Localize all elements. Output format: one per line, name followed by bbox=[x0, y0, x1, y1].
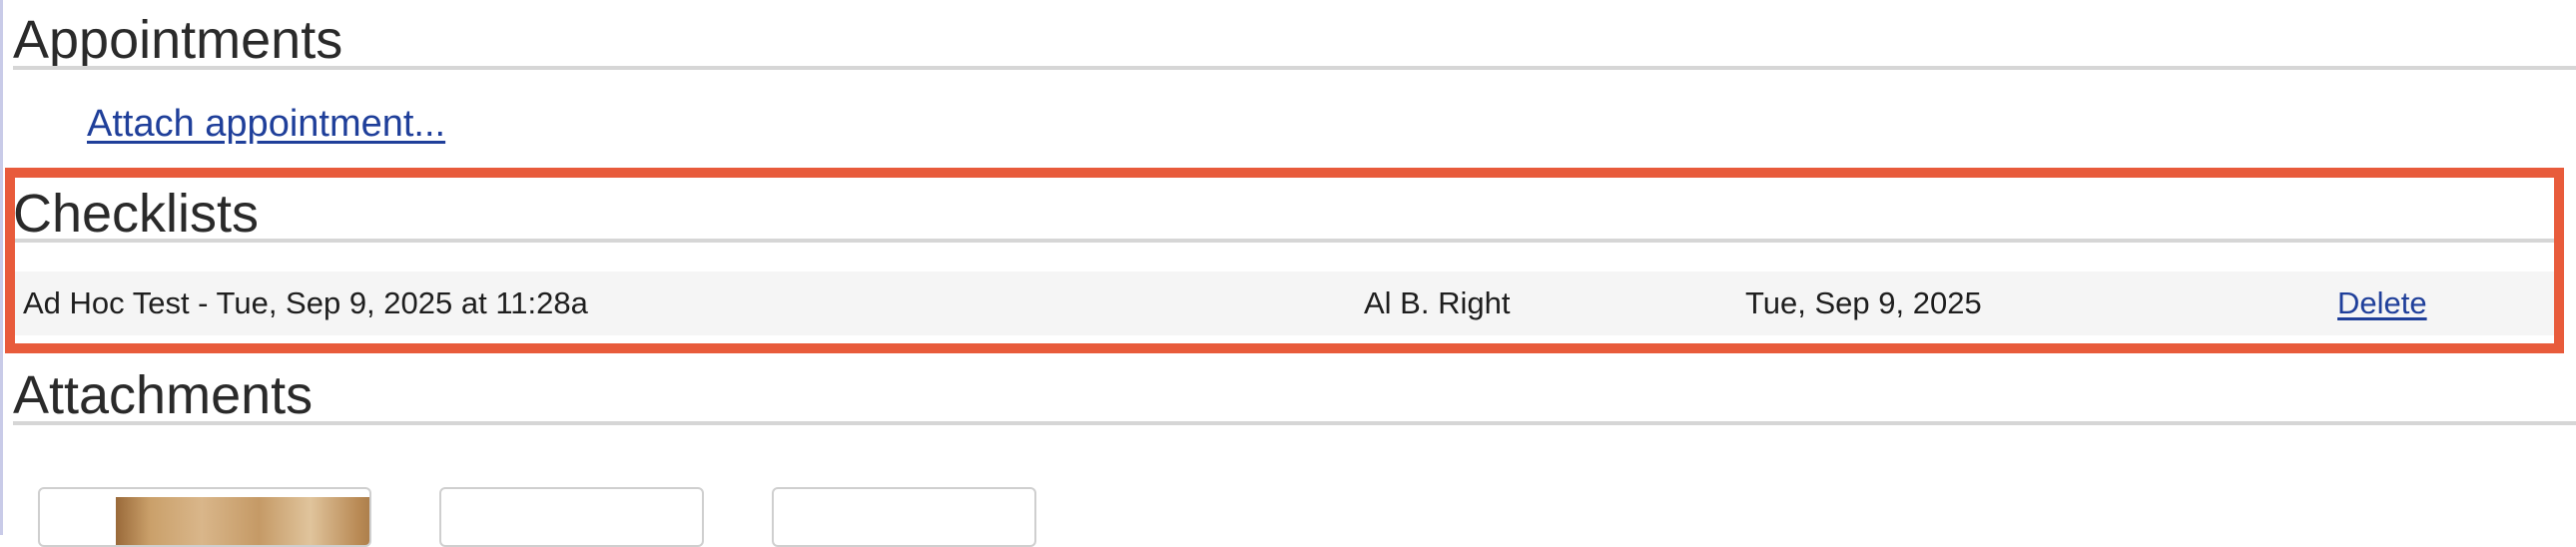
appointments-heading: Appointments bbox=[13, 10, 343, 70]
attach-appointment-link[interactable]: Attach appointment... bbox=[87, 103, 445, 146]
attachments-divider bbox=[13, 421, 2576, 425]
attachment-thumbnail[interactable] bbox=[38, 487, 371, 547]
attachment-photo-image bbox=[116, 497, 369, 545]
delete-checklist-link[interactable]: Delete bbox=[2337, 272, 2427, 335]
left-edge-border bbox=[0, 0, 3, 535]
checklists-divider bbox=[13, 239, 2562, 243]
attachment-thumbnail[interactable] bbox=[772, 487, 1036, 547]
attachment-thumbnail[interactable] bbox=[439, 487, 704, 547]
appointments-divider bbox=[13, 66, 2576, 70]
checklists-heading: Checklists bbox=[13, 184, 260, 244]
attachments-heading: Attachments bbox=[13, 365, 314, 425]
checklist-row: Ad Hoc Test - Tue, Sep 9, 2025 at 11:28a… bbox=[13, 272, 2562, 335]
checklist-name: Ad Hoc Test - Tue, Sep 9, 2025 at 11:28a bbox=[23, 285, 588, 320]
checklist-user: Al B. Right bbox=[1364, 285, 1511, 320]
checklist-date: Tue, Sep 9, 2025 bbox=[1745, 285, 1982, 320]
